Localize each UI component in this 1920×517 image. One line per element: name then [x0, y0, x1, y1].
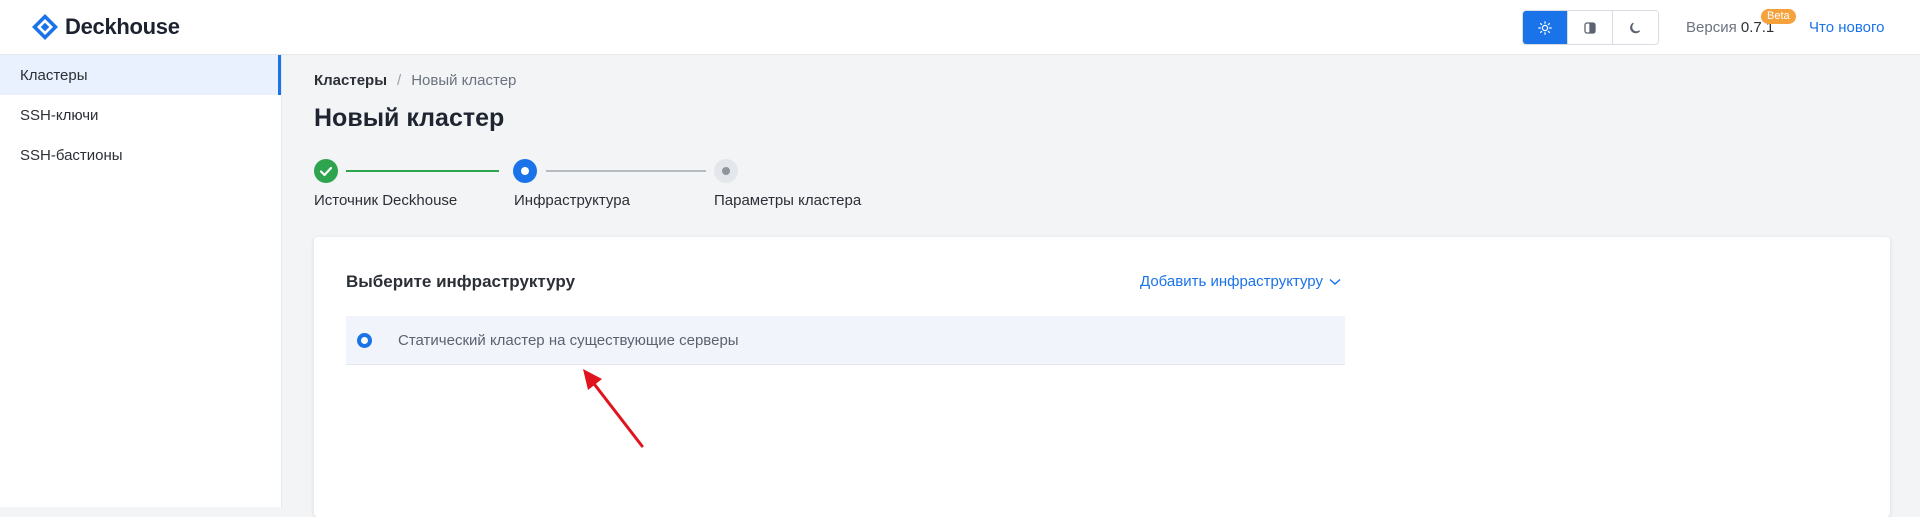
current-step-dot-icon — [521, 167, 529, 175]
logo-text: Deckhouse — [65, 14, 180, 39]
step-connector-pending — [546, 170, 706, 172]
chevron-down-icon — [1329, 278, 1341, 285]
theme-switcher — [1522, 10, 1659, 45]
sidebar: Кластеры SSH-ключи SSH-бастионы — [0, 55, 282, 507]
page-title: Новый кластер — [314, 104, 505, 132]
step-label-cluster-params: Параметры кластера — [714, 192, 862, 209]
annotation-arrow-icon — [583, 369, 644, 448]
step-completed-indicator — [314, 159, 338, 183]
logo[interactable]: Deckhouse — [30, 13, 180, 41]
top-header: Deckhouse Версия 0.7.1 Beta Что нового — [0, 0, 1920, 55]
stepper: Источник Deckhouse Инфраструктура Параме… — [314, 159, 914, 214]
checkmark-icon — [319, 166, 333, 177]
infrastructure-card: Выберите инфраструктуру Добавить инфраст… — [314, 237, 1890, 517]
add-infrastructure-label: Добавить инфраструктуру — [1140, 273, 1323, 290]
sidebar-item-clusters[interactable]: Кластеры — [0, 55, 281, 95]
sidebar-item-label: SSH-бастионы — [20, 146, 123, 164]
add-infrastructure-button[interactable]: Добавить инфраструктуру — [1140, 273, 1341, 290]
step-connector-completed — [346, 170, 499, 172]
breadcrumb-current: Новый кластер — [411, 72, 517, 89]
version-info: Версия 0.7.1 — [1686, 19, 1774, 36]
theme-dark-button[interactable] — [1613, 11, 1658, 44]
sidebar-item-ssh-bastions[interactable]: SSH-бастионы — [0, 135, 281, 175]
step-label-source: Источник Deckhouse — [314, 192, 458, 209]
step-pending-indicator — [714, 159, 738, 183]
theme-auto-button[interactable] — [1568, 11, 1613, 44]
infra-option-label: Статический кластер на существующие серв… — [398, 331, 739, 349]
infra-option-static-cluster[interactable]: Статический кластер на существующие серв… — [346, 316, 1345, 365]
step-label-infrastructure: Инфраструктура — [514, 192, 630, 209]
auto-theme-icon — [1584, 21, 1596, 34]
version-label: Версия — [1686, 19, 1737, 36]
radio-button-selected[interactable] — [357, 332, 372, 348]
breadcrumb: Кластеры / Новый кластер — [314, 72, 516, 89]
card-title: Выберите инфраструктуру — [346, 272, 576, 291]
pending-step-dot-icon — [722, 167, 730, 175]
deckhouse-logo-icon — [32, 14, 58, 40]
sidebar-item-ssh-keys[interactable]: SSH-ключи — [0, 95, 281, 135]
beta-badge: Beta — [1761, 9, 1796, 24]
sidebar-item-label: SSH-ключи — [20, 106, 99, 124]
step-current-indicator — [513, 159, 537, 183]
theme-light-button[interactable] — [1523, 11, 1568, 44]
breadcrumb-separator: / — [397, 72, 402, 89]
sidebar-item-label: Кластеры — [20, 66, 88, 84]
whats-new-link[interactable]: Что нового — [1809, 19, 1884, 36]
breadcrumb-clusters-link[interactable]: Кластеры — [314, 72, 387, 89]
sun-icon — [1538, 20, 1552, 35]
moon-icon — [1629, 22, 1640, 33]
